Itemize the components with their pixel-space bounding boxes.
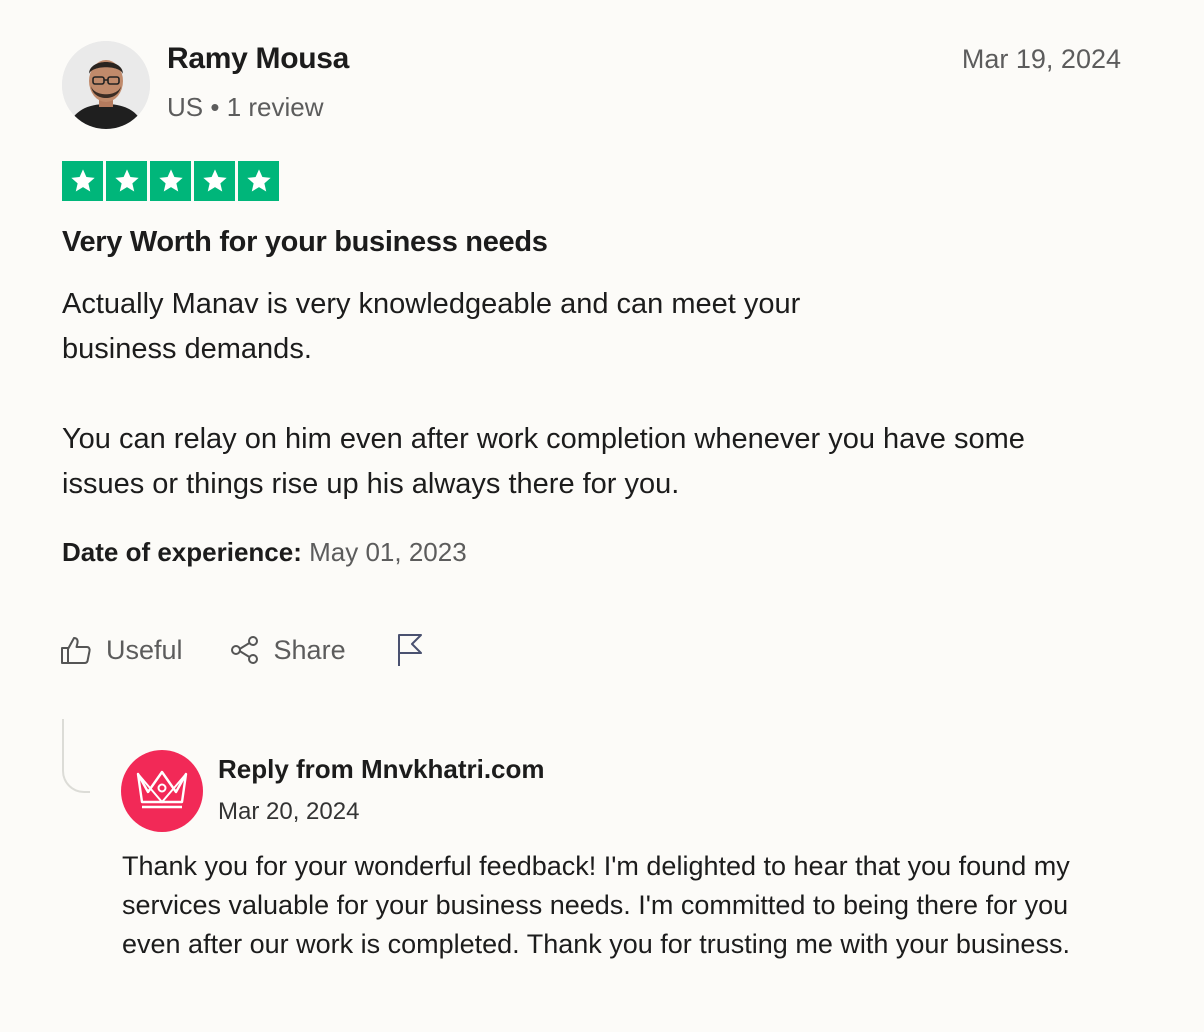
date-of-experience: Date of experience: May 01, 2023 bbox=[62, 537, 467, 568]
star-icon bbox=[246, 169, 271, 192]
review-title[interactable]: Very Worth for your business needs bbox=[62, 226, 548, 259]
review-date: Mar 19, 2024 bbox=[961, 44, 1121, 74]
reviewer-meta: US • 1 review bbox=[167, 92, 324, 123]
thumbs-up-icon bbox=[61, 637, 91, 664]
reviewer-country: US bbox=[167, 92, 204, 122]
star bbox=[238, 161, 279, 201]
review-actions: Useful Share bbox=[60, 632, 424, 668]
review-card: Ramy Mousa US • 1 review Mar 19, 2024 Ve… bbox=[0, 0, 1204, 1032]
star-icon bbox=[202, 169, 227, 192]
share-button[interactable]: Share bbox=[230, 635, 346, 666]
flag-icon bbox=[397, 634, 422, 666]
reply-date: Mar 20, 2024 bbox=[218, 798, 360, 825]
share-icon bbox=[230, 636, 258, 664]
star-icon bbox=[114, 169, 139, 192]
star bbox=[62, 161, 103, 201]
useful-label: Useful bbox=[106, 634, 183, 665]
reviewer-avatar[interactable] bbox=[62, 41, 150, 129]
review-paragraph: You can relay on him even after work com… bbox=[62, 423, 1025, 500]
experience-label: Date of experience: bbox=[62, 537, 302, 567]
star-icon bbox=[158, 169, 183, 192]
reply-body: Thank you for your wonderful feedback! I… bbox=[122, 851, 1070, 959]
reviewer-review-count: 1 review bbox=[226, 92, 324, 122]
company-logo[interactable] bbox=[121, 750, 203, 832]
reply-heading: Reply from Mnvkhatri.com bbox=[218, 754, 545, 784]
useful-button[interactable]: Useful bbox=[60, 635, 183, 666]
reply-connector bbox=[62, 719, 90, 793]
star bbox=[150, 161, 191, 201]
experience-date: May 01, 2023 bbox=[309, 537, 467, 567]
report-button[interactable] bbox=[396, 632, 424, 668]
star bbox=[194, 161, 235, 201]
star-rating bbox=[62, 161, 279, 201]
review-body: Actually Manav is very knowledgeable and… bbox=[62, 282, 1082, 507]
crown-icon bbox=[136, 770, 188, 809]
meta-separator: • bbox=[210, 92, 220, 122]
review-paragraph: Actually Manav is very knowledgeable and… bbox=[62, 288, 801, 365]
star bbox=[106, 161, 147, 201]
star-icon bbox=[70, 169, 95, 192]
share-label: Share bbox=[273, 634, 346, 665]
person-avatar-icon bbox=[62, 41, 150, 129]
reviewer-name[interactable]: Ramy Mousa bbox=[167, 42, 349, 76]
